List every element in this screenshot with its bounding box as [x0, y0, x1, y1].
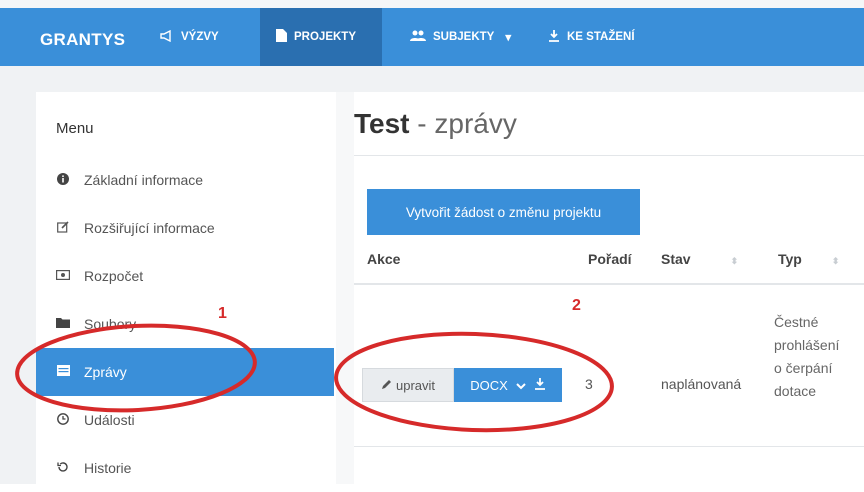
history-icon — [56, 461, 70, 476]
sidebar: Menu Základní informace Rozšiřující info… — [36, 92, 336, 484]
sidebar-item-label: Rozšiřující informace — [84, 220, 215, 236]
title-divider — [354, 155, 864, 156]
bullhorn-icon — [160, 29, 174, 45]
table-header-divider — [354, 283, 864, 285]
folder-icon — [56, 317, 70, 331]
nav-item-label: PROJEKTY — [294, 31, 356, 43]
main-panel — [336, 92, 864, 484]
main-panel-gutter — [336, 92, 354, 484]
create-change-request-button[interactable]: Vytvořit žádost o změnu projektu — [367, 189, 640, 235]
sidebar-item-soubory[interactable]: Soubory — [36, 300, 336, 348]
cell-order: 3 — [585, 376, 593, 392]
users-icon — [410, 30, 426, 45]
page-title-project: Test — [354, 108, 410, 139]
docx-dropdown-button[interactable]: DOCX — [454, 368, 562, 402]
file-icon — [276, 29, 287, 45]
nav-item-label: SUBJEKTY — [433, 31, 495, 43]
sidebar-item-zakladni-informace[interactable]: Základní informace — [36, 156, 336, 204]
sidebar-item-label: Historie — [84, 460, 132, 476]
sidebar-item-rozsirujici-informace[interactable]: Rozšiřující informace — [36, 204, 336, 252]
nav-item-label: KE STAŽENÍ — [567, 31, 635, 43]
sidebar-item-historie[interactable]: Historie — [36, 444, 336, 492]
info-circle-icon — [56, 172, 70, 188]
sidebar-item-label: Události — [84, 412, 135, 428]
page-title: Test - zprávy — [354, 108, 517, 140]
page-title-section: - zprávy — [409, 108, 517, 139]
sidebar-title: Menu — [56, 120, 94, 137]
nav-item-projekty[interactable]: PROJEKTY — [260, 8, 382, 66]
edit-icon — [56, 220, 70, 236]
sidebar-item-udalosti[interactable]: Události — [36, 396, 336, 444]
sidebar-item-label: Soubory — [84, 316, 137, 332]
column-header-label: Typ — [778, 251, 802, 267]
column-header-label: Stav — [661, 251, 691, 267]
sidebar-item-label: Zprávy — [84, 364, 127, 380]
column-header-label: Pořadí — [588, 251, 632, 267]
annotation-number-2: 2 — [572, 297, 581, 314]
annotation-number-1: 1 — [218, 305, 227, 322]
download-icon[interactable] — [534, 377, 546, 393]
nav-item-label: VÝZVY — [181, 31, 219, 43]
cell-state: naplánovaná — [661, 376, 742, 392]
edit-button[interactable]: upravit — [362, 368, 454, 402]
column-header-typ[interactable]: Typ ⬍ — [778, 251, 839, 267]
money-icon — [56, 269, 71, 283]
chevron-down-icon: ▾ — [505, 32, 512, 44]
cell-type-line: Čestné — [774, 314, 819, 330]
nav-item-ke-stazeni[interactable]: KE STAŽENÍ — [548, 8, 635, 66]
brand-logo[interactable]: GRANTYS — [40, 30, 125, 50]
column-header-akce[interactable]: Akce — [367, 251, 400, 267]
docx-label: DOCX — [470, 377, 508, 393]
cell-type-line: prohlášení — [774, 337, 840, 353]
sidebar-item-label: Rozpočet — [84, 268, 144, 284]
sort-icon: ⬍ — [831, 256, 840, 266]
nav-item-subjekty[interactable]: SUBJEKTY ▾ — [410, 8, 511, 66]
cell-type: Čestné prohlášení o čerpání dotace — [774, 311, 862, 403]
nav-item-vyzvy[interactable]: VÝZVY — [160, 8, 219, 66]
clock-icon — [56, 412, 70, 428]
pencil-icon — [381, 378, 392, 393]
sidebar-item-rozpocet[interactable]: Rozpočet — [36, 252, 336, 300]
download-icon — [548, 29, 560, 45]
edit-button-label: upravit — [395, 377, 436, 393]
sidebar-item-label: Základní informace — [84, 172, 204, 188]
top-navbar: GRANTYS VÝZVY PROJEKTY SUBJEKTY ▾ KE STA… — [0, 0, 864, 66]
chevron-down-icon — [516, 378, 526, 393]
sort-icon: ⬍ — [730, 256, 739, 266]
column-header-stav[interactable]: Stav ⬍ — [661, 251, 738, 267]
table-row-divider — [354, 446, 864, 447]
cell-type-line: dotace — [774, 383, 817, 399]
column-header-poradi[interactable]: Pořadí — [588, 251, 632, 267]
list-icon — [56, 365, 70, 379]
sidebar-item-zpravy[interactable]: Zprávy — [36, 348, 334, 396]
cell-type-line: o čerpání — [774, 360, 833, 376]
